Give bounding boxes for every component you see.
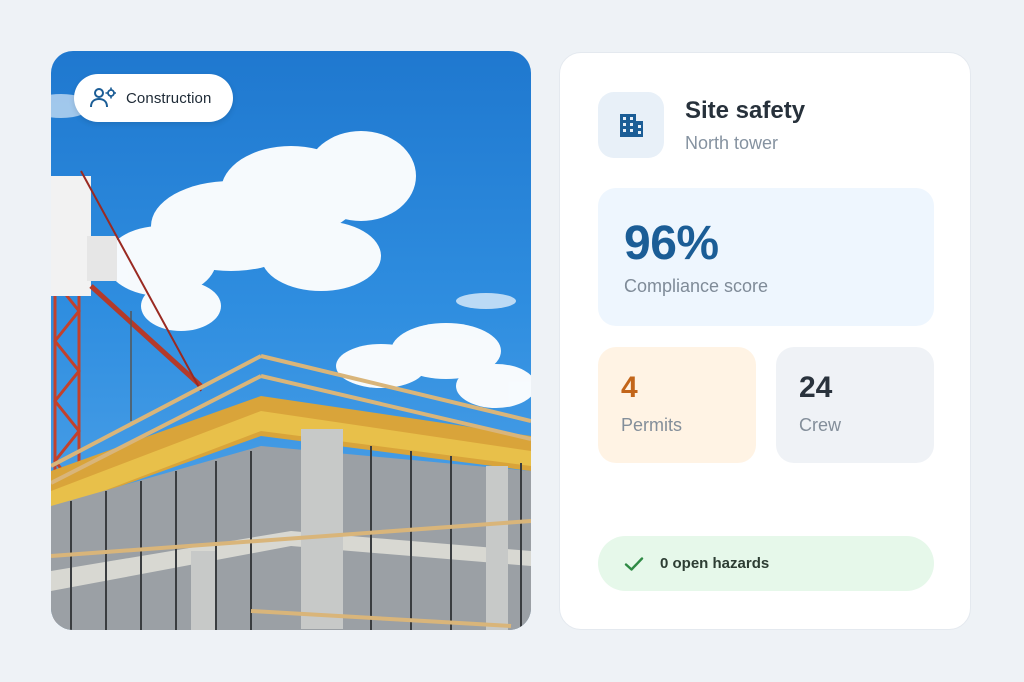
hazard-status-label: 0 open hazards [660, 555, 770, 572]
site-icon-box [598, 92, 664, 158]
construction-site-photo [51, 94, 531, 630]
crew-value: 24 [799, 371, 833, 404]
category-chip[interactable]: Construction [74, 74, 234, 122]
building-icon [620, 114, 643, 137]
site-title: Site safety [685, 97, 806, 124]
crew-stat: 24 Crew [776, 347, 934, 463]
checkmark-icon [624, 556, 644, 571]
compliance-score-value: 96% [624, 217, 719, 270]
site-safety-card: Site safety North tower 96% Compliance s… [559, 52, 971, 630]
site-subtitle: North tower [685, 133, 779, 153]
permits-value: 4 [621, 371, 638, 404]
compliance-score-label: Compliance score [624, 276, 769, 296]
site-photo-card: Construction [51, 51, 531, 630]
hazard-status-pill: 0 open hazards [598, 536, 934, 591]
permits-stat: 4 Permits [598, 347, 756, 463]
engineer-gear-icon [90, 87, 116, 108]
category-label: Construction [126, 89, 212, 107]
crew-label: Crew [799, 415, 842, 435]
compliance-score-panel: 96% Compliance score [598, 188, 934, 326]
permits-label: Permits [621, 415, 683, 435]
